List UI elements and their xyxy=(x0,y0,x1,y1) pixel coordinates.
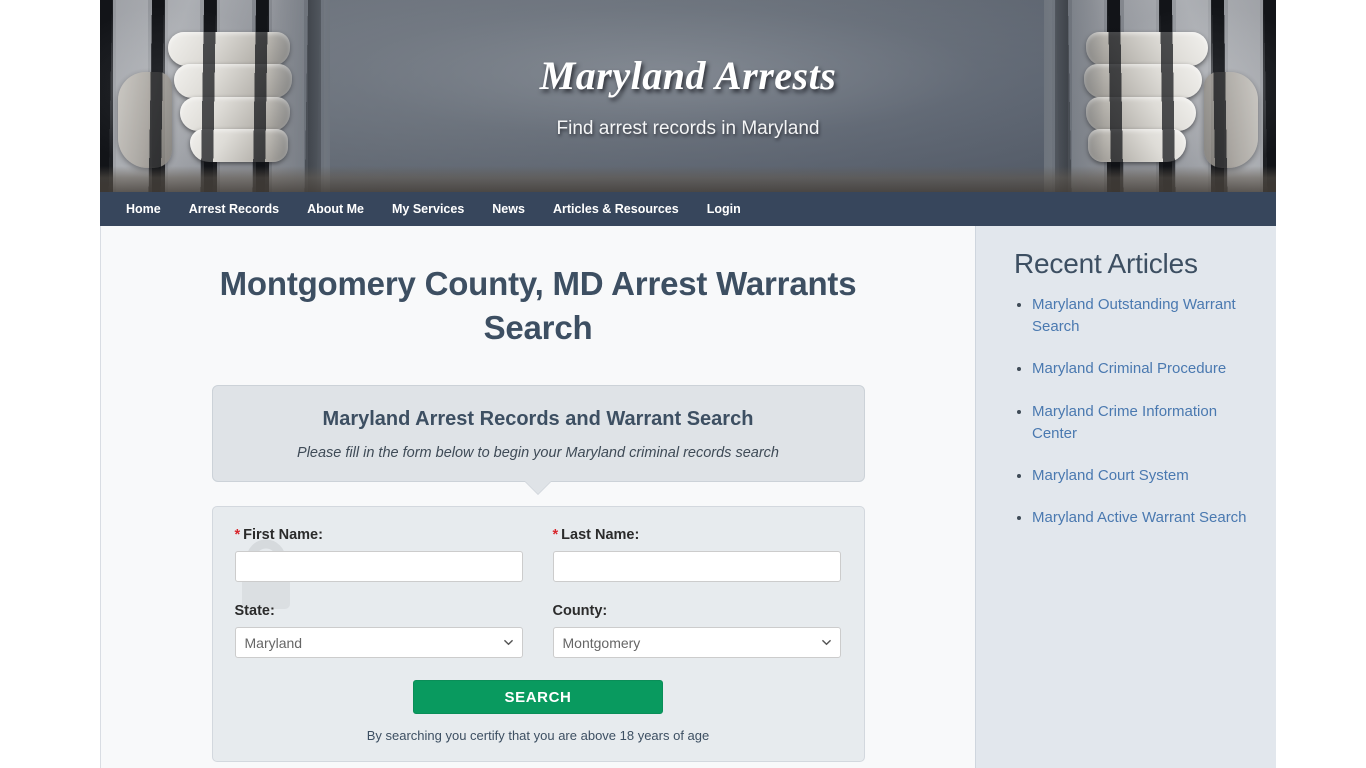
county-label: County: xyxy=(552,603,608,620)
first-name-field-group: * First Name: xyxy=(234,527,523,583)
first-name-input[interactable] xyxy=(234,551,523,583)
sidebar-link-criminal-procedure[interactable]: Maryland Criminal Procedure xyxy=(1032,360,1226,377)
sidebar-link-crime-information-center[interactable]: Maryland Crime Information Center xyxy=(1032,403,1217,442)
search-button[interactable]: SEARCH xyxy=(413,680,663,715)
main-content: Montgomery County, MD Arrest Warrants Se… xyxy=(100,226,975,768)
county-field-group: County: Montgomery xyxy=(552,603,841,659)
list-item: Maryland Outstanding Warrant Search xyxy=(1032,294,1250,338)
list-item: Maryland Criminal Procedure xyxy=(1032,358,1250,380)
sidebar-heading: Recent Articles xyxy=(1014,248,1198,279)
page-root: Maryland Arrests Find arrest records in … xyxy=(0,0,1366,768)
last-name-label: * Last Name: xyxy=(553,527,841,543)
state-label: State: xyxy=(234,603,275,620)
search-button-wrapper: SEARCH xyxy=(235,658,842,715)
county-select-wrapper[interactable]: Montgomery xyxy=(552,627,841,659)
list-item: Maryland Crime Information Center xyxy=(1032,401,1250,445)
nav-item-login[interactable]: Login xyxy=(693,192,755,226)
nav-item-news[interactable]: News xyxy=(478,192,539,226)
hero-floor-shadow xyxy=(100,166,1276,192)
required-asterisk: * xyxy=(552,527,559,544)
site-title: Maryland Arrests xyxy=(539,53,837,98)
list-item: Maryland Court System xyxy=(1032,465,1250,487)
last-name-field-group: * Last Name: xyxy=(552,527,841,583)
sidebar: Recent Articles Maryland Outstanding War… xyxy=(975,226,1276,768)
nav-item-my-services[interactable]: My Services xyxy=(378,192,478,226)
form-row-names: * First Name: * Last Name: xyxy=(234,527,842,583)
county-select[interactable]: Montgomery xyxy=(552,627,841,659)
nav-item-arrest-records[interactable]: Arrest Records xyxy=(175,192,293,226)
content-wrapper: Montgomery County, MD Arrest Warrants Se… xyxy=(100,226,1276,768)
primary-navigation[interactable]: Home Arrest Records About Me My Services… xyxy=(100,192,1276,226)
hero-text-block: Maryland Arrests Find arrest records in … xyxy=(100,0,1276,140)
sidebar-link-court-system[interactable]: Maryland Court System xyxy=(1032,467,1189,484)
recent-articles-list: Maryland Outstanding Warrant Search Mary… xyxy=(1014,294,1250,529)
callout-subtext: Please fill in the form below to begin y… xyxy=(297,445,779,462)
state-select-wrapper[interactable]: Maryland xyxy=(234,627,523,659)
state-field-group: State: Maryland xyxy=(234,603,523,659)
state-select[interactable]: Maryland xyxy=(234,627,523,659)
nav-item-about-me[interactable]: About Me xyxy=(293,192,378,226)
form-spacer xyxy=(235,582,842,603)
first-name-label-text: First Name: xyxy=(243,527,323,544)
search-callout-box: Maryland Arrest Records and Warrant Sear… xyxy=(211,385,865,496)
last-name-input[interactable] xyxy=(552,551,841,583)
list-item: Maryland Active Warrant Search xyxy=(1032,507,1250,529)
nav-item-articles-resources[interactable]: Articles & Resources xyxy=(539,192,693,226)
required-asterisk: * xyxy=(234,527,241,544)
search-form-panel: * First Name: * Last Name: State: Maryla… xyxy=(211,506,865,763)
form-row-location: State: Maryland County: Montgomery xyxy=(234,603,842,659)
nav-item-home[interactable]: Home xyxy=(112,192,175,226)
sidebar-link-outstanding-warrant-search[interactable]: Maryland Outstanding Warrant Search xyxy=(1032,296,1236,335)
callout-heading: Maryland Arrest Records and Warrant Sear… xyxy=(322,408,754,431)
first-name-label: * First Name: xyxy=(235,527,523,543)
page-title: Montgomery County, MD Arrest Warrants Se… xyxy=(219,265,857,346)
site-tagline: Find arrest records in Maryland xyxy=(556,118,820,139)
age-certification-text: By searching you certify that you are ab… xyxy=(366,728,710,744)
site-header-banner: Maryland Arrests Find arrest records in … xyxy=(100,0,1276,192)
sidebar-link-active-warrant-search[interactable]: Maryland Active Warrant Search xyxy=(1032,509,1247,526)
last-name-label-text: Last Name: xyxy=(561,527,640,544)
